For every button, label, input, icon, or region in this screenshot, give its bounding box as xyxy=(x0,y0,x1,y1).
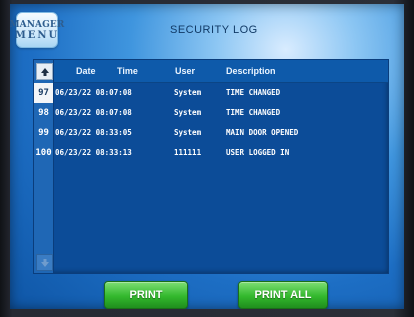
touch-screen: MANAGER MENU SECURITY LOG Date Time User… xyxy=(10,4,404,309)
table-row[interactable]: 97 06/23/22 08:07:08 System TIME CHANGED xyxy=(34,83,388,103)
page-title: SECURITY LOG xyxy=(170,24,258,36)
column-header-user: User xyxy=(175,66,196,76)
table-row[interactable]: 100 06/23/22 08:33:13 111111 USER LOGGED… xyxy=(34,143,388,163)
row-datetime: 06/23/22 08:07:08 xyxy=(55,88,132,97)
print-all-button[interactable]: PRINT ALL xyxy=(238,281,328,309)
manager-menu-line2: MENU xyxy=(14,29,60,41)
row-number: 100 xyxy=(35,148,52,158)
row-number: 97 xyxy=(34,83,53,103)
row-datetime: 06/23/22 08:33:13 xyxy=(55,148,132,157)
row-description: USER LOGGED IN xyxy=(226,148,290,157)
column-header-time: Time xyxy=(117,66,138,76)
scroll-up-button[interactable] xyxy=(36,63,53,80)
manager-menu-button[interactable]: MANAGER MENU xyxy=(10,12,64,48)
row-user: System xyxy=(174,128,202,137)
arrow-up-icon xyxy=(40,67,49,76)
row-number: 99 xyxy=(38,128,49,138)
table-header: Date Time User Description xyxy=(34,60,388,83)
row-user: System xyxy=(174,88,202,97)
row-description: TIME CHANGED xyxy=(226,108,281,117)
security-log-table: Date Time User Description 97 06/23/22 0… xyxy=(33,59,389,274)
print-all-button-label: PRINT ALL xyxy=(254,289,312,301)
print-button-label: PRINT xyxy=(129,289,163,301)
arrow-down-icon xyxy=(40,258,49,267)
row-datetime: 06/23/22 08:07:08 xyxy=(55,108,132,117)
row-user: System xyxy=(174,108,202,117)
row-number: 98 xyxy=(38,108,49,118)
print-button[interactable]: PRINT xyxy=(104,281,188,309)
row-datetime: 06/23/22 08:33:05 xyxy=(55,128,132,137)
manager-menu-line1: MANAGER xyxy=(10,19,65,30)
column-header-date: Date xyxy=(76,66,96,76)
row-description: MAIN DOOR OPENED xyxy=(226,128,299,137)
row-description: TIME CHANGED xyxy=(226,88,281,97)
scroll-down-button[interactable] xyxy=(36,254,53,271)
table-row[interactable]: 99 06/23/22 08:33:05 System MAIN DOOR OP… xyxy=(34,123,388,143)
column-header-description: Description xyxy=(226,66,276,76)
row-user: 111111 xyxy=(174,148,202,157)
table-row[interactable]: 98 06/23/22 08:07:08 System TIME CHANGED xyxy=(34,103,388,123)
